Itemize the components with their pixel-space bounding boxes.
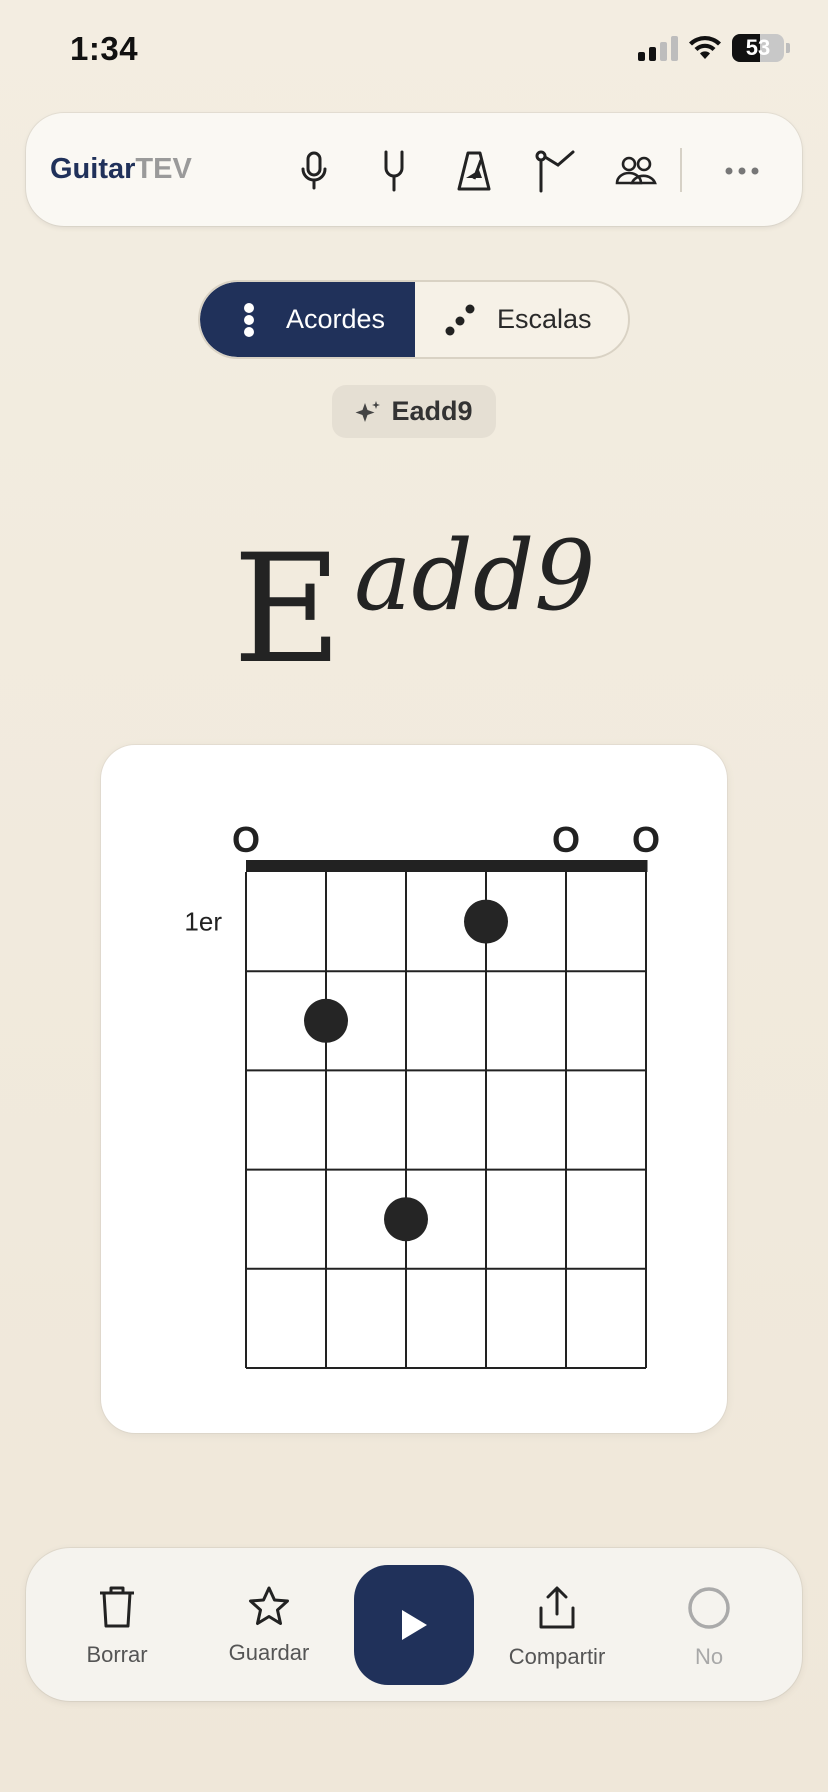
finger-dot (464, 899, 508, 944)
share-button[interactable]: Compartir (482, 1586, 632, 1670)
save-label: Guardar (228, 1640, 310, 1665)
tuning-fork-icon[interactable] (372, 149, 416, 193)
mode-switch: Acordes Escalas (198, 280, 630, 359)
status-time: 1:34 (70, 30, 139, 67)
microphone-icon[interactable] (292, 149, 336, 193)
delete-label: Borrar (86, 1642, 148, 1667)
save-button[interactable]: Guardar (194, 1586, 344, 1666)
chord-chip-label: Eadd9 (391, 396, 473, 426)
sparkle-icon (355, 400, 381, 422)
vertical-dots-icon (234, 300, 264, 340)
status-indicators: 53 (638, 34, 790, 62)
tab-scales-label: Escalas (497, 304, 592, 334)
chord-chip[interactable]: Eadd9 (332, 385, 496, 438)
open-string-marker: O (632, 819, 660, 860)
share-label: Compartir (508, 1644, 606, 1669)
delete-button[interactable]: Borrar (42, 1586, 192, 1668)
trash-icon (100, 1586, 134, 1628)
screen: 1:34 53 GuitarTEV Acordes Escalas Eadd9 … (0, 0, 828, 1792)
tab-scales[interactable]: Escalas (415, 282, 628, 357)
chord-extension: add9 (354, 520, 596, 632)
star-icon (249, 1586, 289, 1625)
chord-root: E (232, 523, 342, 697)
circle-outline-icon (688, 1587, 730, 1629)
play-icon (402, 1610, 427, 1640)
users-icon[interactable] (614, 149, 658, 193)
tab-chords-label: Acordes (286, 304, 386, 334)
flag-icon[interactable] (534, 149, 578, 193)
toolbar-divider (680, 148, 682, 192)
battery-level: 53 (745, 35, 771, 60)
fret-position-label: 1er (184, 907, 222, 937)
finger-dot (384, 1197, 428, 1242)
battery-icon: 53 (732, 34, 784, 62)
scatter-dots-icon (445, 300, 475, 340)
bottom-action-bar: Borrar Guardar Compartir No (26, 1548, 802, 1701)
signal-icon (638, 35, 678, 61)
open-string-marker: O (552, 819, 580, 860)
chord-diagram-card: O O O 1er (101, 745, 727, 1433)
chord-diagram[interactable]: O O O 1er (101, 745, 727, 1433)
play-button[interactable] (354, 1565, 474, 1685)
open-string-marker: O (232, 819, 260, 860)
finger-dot (304, 998, 348, 1043)
top-toolbar: GuitarTEV (26, 113, 802, 226)
no-label: No (694, 1644, 724, 1669)
share-icon (539, 1586, 575, 1629)
metronome-icon[interactable] (452, 149, 496, 193)
app-logo: GuitarTEV (50, 153, 192, 185)
wifi-icon (689, 36, 721, 59)
chord-name: Eadd9 (0, 520, 828, 697)
nut (246, 860, 648, 872)
no-button[interactable]: No (634, 1586, 784, 1670)
tab-chords[interactable]: Acordes (200, 282, 415, 357)
more-icon[interactable] (720, 149, 764, 193)
